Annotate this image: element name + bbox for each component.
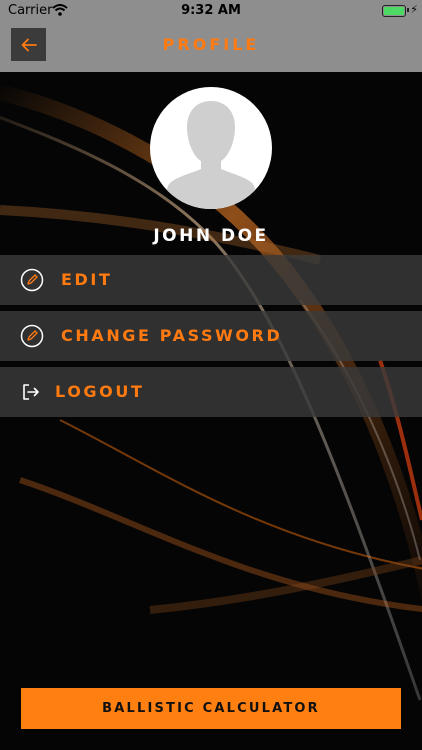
menu-item-label: CHANGE PASSWORD xyxy=(61,326,283,345)
status-time: 9:32 AM xyxy=(181,3,241,18)
menu-item-label: LOGOUT xyxy=(55,382,145,401)
logout-icon xyxy=(23,384,39,400)
battery-icon xyxy=(382,5,406,17)
menu-item-change-password[interactable]: CHANGE PASSWORD xyxy=(0,311,422,361)
avatar[interactable] xyxy=(150,87,272,209)
charging-bolt-icon: ⚡ xyxy=(410,3,418,16)
menu-item-logout[interactable]: LOGOUT xyxy=(0,367,422,417)
pencil-icon xyxy=(20,324,44,348)
navigation-bar: PROFILE xyxy=(0,22,422,72)
menu-item-label: EDIT xyxy=(61,270,113,289)
status-bar: Carrier 9:32 AM ⚡ xyxy=(0,0,422,22)
user-name: JOHN DOE xyxy=(153,226,269,246)
ballistic-calculator-button[interactable]: BALLISTIC CALCULATOR xyxy=(21,688,401,729)
battery-cap xyxy=(407,8,409,12)
pencil-icon xyxy=(20,268,44,292)
page-title: PROFILE xyxy=(162,35,260,54)
menu-item-edit[interactable]: EDIT xyxy=(0,255,422,305)
user-silhouette-icon xyxy=(166,101,256,209)
